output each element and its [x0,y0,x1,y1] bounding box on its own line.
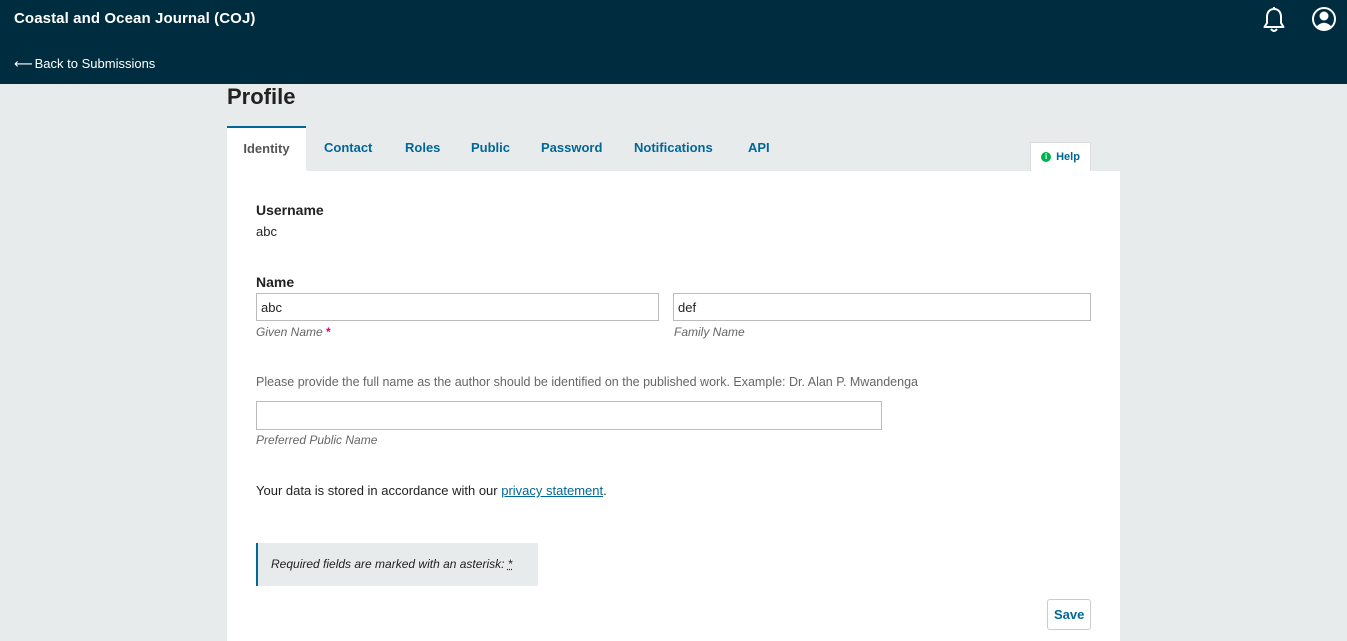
required-fields-notice: Required fields are marked with an aster… [256,543,538,586]
username-label: Username [256,202,324,218]
back-link-label: Back to Submissions [34,56,156,71]
tab-notifications[interactable]: Notifications [634,126,713,170]
family-name-input[interactable] [673,293,1091,321]
name-label: Name [256,274,295,290]
tab-public[interactable]: Public [471,126,510,170]
back-to-submissions-link[interactable]: ⟵ Back to Submissions [14,56,155,72]
family-name-label: Family Name [674,325,745,339]
user-account-icon[interactable] [1311,6,1337,32]
back-arrow-icon: ⟵ [14,56,33,71]
given-name-input[interactable] [256,293,659,321]
privacy-statement-link[interactable]: privacy statement [501,483,603,498]
preferred-public-name-input[interactable] [256,401,882,430]
given-name-label: Given Name * [256,325,331,339]
help-button[interactable]: i Help [1030,142,1091,171]
page-title: Profile [227,84,296,109]
info-icon: i [1041,152,1052,162]
required-asterisk: * [326,325,331,339]
site-title[interactable]: Coastal and Ocean Journal (COJ) [14,10,256,27]
preferred-public-name-label: Preferred Public Name [256,433,378,447]
username-value: abc [256,224,277,239]
required-notice-text: Required fields are marked with an aster… [271,557,508,571]
tab-contact[interactable]: Contact [324,126,372,170]
help-label: Help [1056,151,1080,163]
tab-password[interactable]: Password [541,126,602,170]
top-navbar: Coastal and Ocean Journal (COJ) ⟵ Back to… [0,0,1347,84]
preferred-name-description: Please provide the full name as the auth… [256,375,918,389]
save-button[interactable]: Save [1047,599,1091,630]
given-name-label-text: Given Name [256,325,323,339]
tab-identity[interactable]: Identity [227,126,306,171]
tab-api-key[interactable]: API Key [748,126,772,199]
tab-roles[interactable]: Roles [405,126,440,170]
required-notice-asterisk: * [507,557,513,571]
privacy-prefix: Your data is stored in accordance with o… [256,483,502,498]
notifications-bell-icon[interactable] [1261,6,1287,34]
privacy-text: Your data is stored in accordance with o… [256,483,607,498]
privacy-suffix: . [603,483,607,498]
